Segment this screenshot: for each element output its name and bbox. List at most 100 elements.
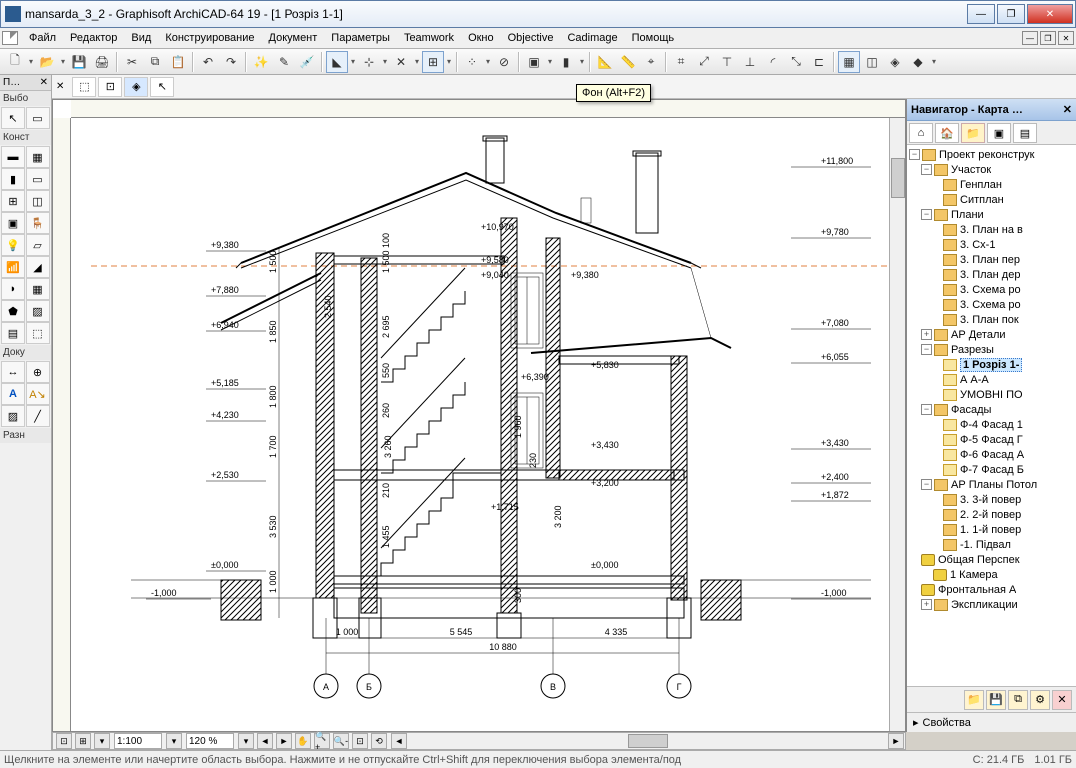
- menu-cadimage[interactable]: Cadimage: [560, 29, 624, 47]
- navigator-properties[interactable]: ▸Свойства: [907, 712, 1076, 732]
- fill-tool[interactable]: ▨: [1, 405, 25, 427]
- menu-edit[interactable]: Редактор: [63, 29, 124, 47]
- nav-clone[interactable]: ⧉: [1008, 690, 1028, 710]
- menu-design[interactable]: Конструирование: [158, 29, 261, 47]
- nav-next[interactable]: ►: [276, 733, 292, 749]
- line-tool[interactable]: ╱: [26, 405, 50, 427]
- label-tool[interactable]: A↘: [26, 383, 50, 405]
- nav-settings[interactable]: ⚙: [1030, 690, 1050, 710]
- zone-tool[interactable]: ▨: [26, 300, 50, 322]
- menu-file[interactable]: Файл: [22, 29, 63, 47]
- orbit-icon[interactable]: ⟲: [371, 733, 387, 749]
- nav-delete[interactable]: ✕: [1052, 690, 1072, 710]
- minimize-button[interactable]: —: [967, 4, 995, 24]
- beam-tool[interactable]: ▭: [26, 168, 50, 190]
- menu-document[interactable]: Документ: [262, 29, 325, 47]
- render-button[interactable]: ◆: [907, 51, 929, 73]
- resize-button[interactable]: ⤡: [785, 51, 807, 73]
- open-button[interactable]: 📂: [36, 51, 58, 73]
- level-dim-tool[interactable]: ⊕: [26, 361, 50, 383]
- cursor-arrow[interactable]: ↖: [150, 77, 174, 97]
- ruler-button[interactable]: 📏: [617, 51, 639, 73]
- grid-snap-button[interactable]: ⊞: [422, 51, 444, 73]
- zoom-out-icon[interactable]: 🔍-: [333, 733, 349, 749]
- magic-wand-button[interactable]: ✨: [250, 51, 272, 73]
- suspend-button[interactable]: ⊘: [493, 51, 515, 73]
- split-button[interactable]: ⌗: [670, 51, 692, 73]
- marquee-button[interactable]: ▦: [838, 51, 860, 73]
- menu-help[interactable]: Помощь: [625, 29, 682, 47]
- shell-tool[interactable]: ◗: [1, 278, 25, 300]
- new-drop[interactable]: ▾: [27, 57, 35, 66]
- nav-prev[interactable]: ◄: [257, 733, 273, 749]
- zoom-in-icon[interactable]: 🔍+: [314, 733, 330, 749]
- mesh-tool[interactable]: ▦: [26, 278, 50, 300]
- window-tool[interactable]: ⊞: [1, 190, 25, 212]
- zoom-pct-field[interactable]: 120 %: [186, 733, 234, 749]
- context-close[interactable]: ✕: [56, 81, 64, 92]
- zoom-drop[interactable]: ▾: [238, 733, 254, 749]
- morph-tool[interactable]: ⬟: [1, 300, 25, 322]
- text-tool[interactable]: A: [1, 383, 25, 405]
- zoom-window-icon[interactable]: ⊡: [352, 733, 368, 749]
- roof-tool[interactable]: ◢: [26, 256, 50, 278]
- expand-icon[interactable]: −: [909, 149, 920, 160]
- lamp-tool[interactable]: 💡: [1, 234, 25, 256]
- paste-button[interactable]: 📋: [167, 51, 189, 73]
- nav-tab-options[interactable]: ▤: [1013, 123, 1037, 143]
- copy-button[interactable]: ⧉: [144, 51, 166, 73]
- geometry-method-3[interactable]: ◈: [124, 77, 148, 97]
- geometry-method-1[interactable]: ⬚: [72, 77, 96, 97]
- nav-tab-project[interactable]: ⌂: [909, 123, 933, 143]
- layers-button[interactable]: ▣: [523, 51, 545, 73]
- navigator-close-icon[interactable]: ✕: [1063, 103, 1072, 116]
- extra-tool[interactable]: ⬚: [26, 322, 50, 344]
- curtain-wall-tool[interactable]: ▦: [26, 146, 50, 168]
- close-button[interactable]: ✕: [1027, 4, 1073, 24]
- nav-tab-view[interactable]: 🏠: [935, 123, 959, 143]
- undo-button[interactable]: ↶: [197, 51, 219, 73]
- mdi-minimize[interactable]: —: [1022, 31, 1038, 45]
- intersect-button[interactable]: ✕: [390, 51, 412, 73]
- scroll-left[interactable]: ◄: [391, 733, 407, 749]
- mdi-close[interactable]: ✕: [1058, 31, 1074, 45]
- cut-button[interactable]: ✂: [121, 51, 143, 73]
- drawing-canvas[interactable]: А Б В Г 1 000 5 545 4 335 10 880 +: [52, 99, 906, 732]
- menu-view[interactable]: Вид: [124, 29, 158, 47]
- nav-tab-publisher[interactable]: ▣: [987, 123, 1011, 143]
- nav-new-folder[interactable]: 📁: [964, 690, 984, 710]
- print-button[interactable]: 🖨: [91, 51, 113, 73]
- snap-button[interactable]: ◣: [326, 51, 348, 73]
- scroll-right[interactable]: ►: [888, 733, 904, 749]
- grid-button[interactable]: ⁘: [461, 51, 483, 73]
- marquee-tool[interactable]: ▭: [26, 107, 50, 129]
- syringe-button[interactable]: 💉: [296, 51, 318, 73]
- wall-tool[interactable]: ▬: [1, 146, 25, 168]
- object-tool[interactable]: 🪑: [26, 212, 50, 234]
- mdi-restore[interactable]: ❐: [1040, 31, 1056, 45]
- zoom-fit-icon[interactable]: ⊡: [56, 733, 72, 749]
- trim-button[interactable]: ⊤: [716, 51, 738, 73]
- extend-button[interactable]: ⊥: [739, 51, 761, 73]
- coord-button[interactable]: ⌖: [640, 51, 662, 73]
- column-tool[interactable]: ▮: [1, 168, 25, 190]
- zoom-options-icon[interactable]: ▾: [94, 733, 110, 749]
- navigator-tree[interactable]: −Проект реконструк −Участок Генплан Ситп…: [907, 145, 1076, 686]
- fillet-button[interactable]: ◜: [762, 51, 784, 73]
- new-button[interactable]: 🗋: [4, 51, 26, 73]
- trace-button[interactable]: ▮: [555, 51, 577, 73]
- menu-teamwork[interactable]: Teamwork: [397, 29, 461, 47]
- 3d-button[interactable]: ◈: [884, 51, 906, 73]
- redo-button[interactable]: ↷: [220, 51, 242, 73]
- pan-icon[interactable]: ✋: [295, 733, 311, 749]
- save-button[interactable]: 💾: [68, 51, 90, 73]
- stair-tool[interactable]: 📶: [1, 256, 25, 278]
- offset-button[interactable]: ⊏: [808, 51, 830, 73]
- toolbox-close-icon[interactable]: ✕: [40, 77, 48, 88]
- slab-tool[interactable]: ▱: [26, 234, 50, 256]
- dimension-tool[interactable]: ↔: [1, 361, 25, 383]
- zoom-100-icon[interactable]: ⊞: [75, 733, 91, 749]
- adjust-button[interactable]: ⤢: [693, 51, 715, 73]
- arrow-tool[interactable]: ↖: [1, 107, 25, 129]
- geometry-method-2[interactable]: ⊡: [98, 77, 122, 97]
